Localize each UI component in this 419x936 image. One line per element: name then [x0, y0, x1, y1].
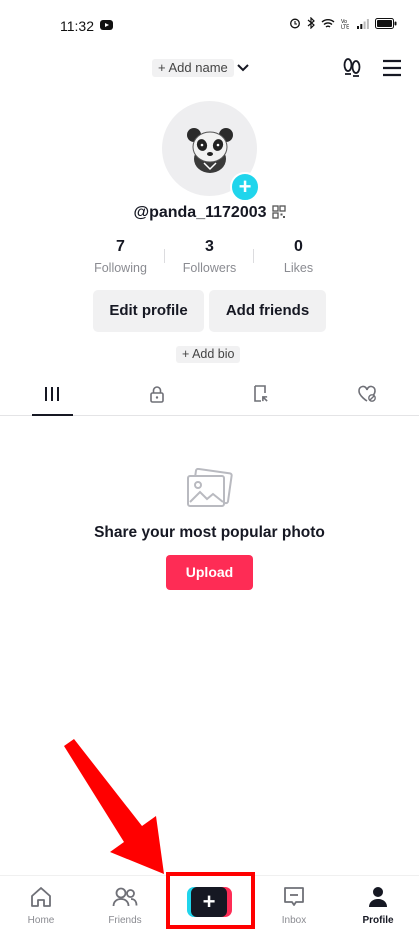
home-icon	[31, 887, 51, 907]
add-name-button[interactable]: + Add name	[152, 59, 234, 77]
panda-avatar-icon	[186, 127, 233, 173]
liked-icon	[357, 385, 376, 402]
annotation-arrow-icon	[64, 739, 164, 874]
status-bar: 11:32 Vo LTE	[0, 0, 419, 50]
upload-button[interactable]: Upload	[166, 555, 253, 590]
following-count: 7	[116, 238, 125, 255]
add-friends-button[interactable]: Add friends	[209, 290, 326, 332]
nav-profile-label: Profile	[362, 915, 394, 926]
youtube-notification-icon	[100, 20, 113, 30]
status-icons: Vo LTE	[289, 17, 397, 29]
photo-placeholder-icon	[187, 468, 233, 507]
tab-videos[interactable]	[0, 373, 105, 416]
likes-count: 0	[294, 238, 303, 255]
stat-followers[interactable]: 3 Followers	[165, 237, 254, 279]
followers-count: 3	[205, 238, 214, 255]
nav-inbox[interactable]: Inbox	[264, 886, 324, 926]
menu-icon[interactable]	[382, 59, 402, 77]
followers-label: Followers	[182, 261, 237, 275]
profile-icon	[369, 887, 387, 907]
likes-label: Likes	[283, 261, 314, 275]
username: @panda_1172003	[133, 204, 267, 221]
signal-icon	[357, 18, 369, 29]
account-switch-chevron-icon[interactable]	[236, 61, 250, 75]
username-row: @panda_1172003	[0, 204, 419, 222]
nav-friends-label: Friends	[108, 915, 142, 926]
bluetooth-icon	[307, 17, 315, 29]
repost-icon	[254, 385, 268, 402]
friends-icon	[112, 887, 138, 907]
content-tabs	[0, 373, 419, 416]
nav-home-label: Home	[27, 915, 55, 926]
grid-icon	[45, 387, 60, 401]
tab-reposts[interactable]	[210, 373, 315, 415]
status-time: 11:32	[60, 18, 94, 34]
wifi-icon	[321, 18, 335, 28]
add-avatar-button[interactable]: +	[230, 172, 260, 202]
add-bio-button[interactable]: + Add bio	[176, 346, 241, 363]
alarm-icon	[290, 18, 300, 29]
profile-stats: 7 Following 3 Followers 0 Likes	[76, 237, 343, 279]
nav-home[interactable]: Home	[11, 886, 71, 926]
stat-following[interactable]: 7 Following	[76, 237, 165, 279]
inbox-icon	[284, 887, 304, 906]
nav-inbox-label: Inbox	[281, 915, 307, 926]
volte-icon: VoLTE	[341, 19, 349, 29]
qr-code-icon[interactable]	[271, 205, 286, 219]
tab-private[interactable]	[105, 373, 210, 415]
annotation-highlight-box	[166, 872, 255, 929]
svg-text:LTE: LTE	[341, 24, 349, 29]
nav-profile[interactable]: Profile	[348, 886, 408, 926]
stat-likes[interactable]: 0 Likes	[254, 237, 343, 279]
tab-liked[interactable]	[314, 373, 419, 415]
edit-profile-button[interactable]: Edit profile	[93, 290, 204, 332]
lock-icon	[150, 386, 164, 403]
nav-friends[interactable]: Friends	[95, 886, 155, 926]
battery-icon	[375, 17, 397, 29]
empty-state-title: Share your most popular photo	[94, 524, 325, 541]
profile-views-footprint-icon[interactable]	[341, 57, 363, 79]
following-label: Following	[94, 261, 147, 275]
